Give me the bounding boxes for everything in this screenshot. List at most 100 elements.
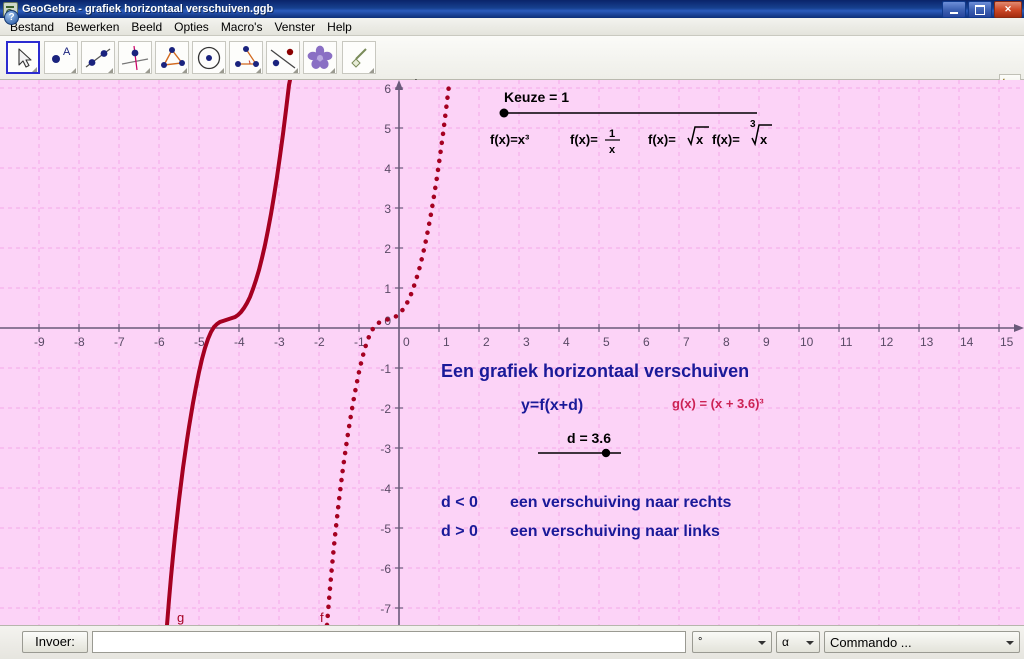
y-tick: 2 [384,242,391,256]
rule-negative-text: een verschuiving naar rechts [510,494,732,511]
y-tick: 4 [384,162,391,176]
chevron-down-icon [758,641,766,645]
d-slider-label: d = 3.6 [567,430,611,446]
axes [0,80,1024,625]
y-tick: 3 [384,202,391,216]
svg-text:3: 3 [750,119,756,130]
menu-bar: Bestand Bewerken Beeld Opties Macro's Ve… [0,18,1024,36]
x-tick: -4 [234,335,245,349]
x-tick: 3 [523,335,530,349]
svg-text:A: A [63,46,71,58]
chevron-down-icon [806,641,814,645]
x-tick: -3 [274,335,285,349]
grid-lines [0,80,1024,625]
menu-help[interactable]: Help [321,19,358,35]
window-title-bar: GeoGebra - grafiek horizontaal verschuiv… [0,0,1024,18]
menu-beeld[interactable]: Beeld [125,19,168,35]
choice-cube: f(x)=x³ [490,132,530,147]
graphics-view[interactable]: -9 -8 -7 -6 -5 -4 -3 -2 -1 0 1 2 3 4 5 6… [0,80,1024,625]
tool-bar: A [0,36,1024,114]
svg-text:f(x)=: f(x)= [570,132,598,147]
x-tick: 0 [403,335,410,349]
formula-g: g(x) = (x + 3.6)³ [672,396,764,411]
algebra-input-field[interactable] [92,631,686,653]
menu-macros[interactable]: Macro's [215,19,269,35]
x-tick: 9 [763,335,770,349]
chevron-down-icon [1006,641,1014,645]
svg-text:f(x)=: f(x)= [648,132,676,147]
x-tick: 8 [723,335,730,349]
tool-angle[interactable] [229,41,263,74]
curve-label-f: f [320,610,324,625]
rule-positive-condition: d > 0 [441,523,478,540]
window-title: GeoGebra - grafiek horizontaal verschuiv… [22,3,274,15]
svg-text:1: 1 [609,128,615,140]
x-tick: 10 [800,335,814,349]
x-tick: 4 [563,335,570,349]
y-tick: 6 [384,82,391,96]
x-tick: 5 [603,335,610,349]
minimize-button[interactable] [942,1,966,18]
graph-canvas: -9 -8 -7 -6 -5 -4 -3 -2 -1 0 1 2 3 4 5 6… [0,80,1024,625]
x-tick: -9 [34,335,45,349]
y-axis-labels: 6 5 4 3 2 1 0 -1 -2 -3 -4 -5 -6 -7 [380,82,391,616]
function-choice-row: f(x)=x³ f(x)= 1 x f(x)= x f(x)= 3 x [490,119,772,156]
y-tick: 5 [384,122,391,136]
menu-bewerken[interactable]: Bewerken [60,19,125,35]
x-tick: 7 [683,335,690,349]
tool-circle[interactable] [192,41,226,74]
help-question-icon[interactable]: ? [4,10,19,25]
angle-unit-dropdown[interactable]: ° [692,631,772,653]
formula-general: y=f(x+d) [521,397,583,414]
y-tick: -4 [380,482,391,496]
x-tick: 13 [920,335,934,349]
x-axis-arrow [1014,324,1024,332]
keuze-slider-label: Keuze = 1 [504,89,569,105]
menu-opties[interactable]: Opties [168,19,215,35]
tool-line[interactable] [81,41,115,74]
y-tick: -6 [380,562,391,576]
tool-reflect[interactable] [266,41,300,74]
svg-text:f(x)=: f(x)= [712,132,740,147]
x-tick: -1 [354,335,365,349]
tool-polygon[interactable] [155,41,189,74]
x-tick: 14 [960,335,974,349]
tool-point[interactable]: A [44,41,78,74]
x-tick: 6 [643,335,650,349]
curve-label-g: g [177,610,184,625]
command-dropdown[interactable]: Commando ... [824,631,1020,653]
tool-slider[interactable] [303,41,337,74]
choice-recip: f(x)= 1 x [570,128,620,156]
y-tick: -1 [380,362,391,376]
x-tick: -2 [314,335,325,349]
x-tick: -8 [74,335,85,349]
keuze-slider[interactable]: Keuze = 1 [499,89,758,118]
window-controls: ✕ [942,1,1022,18]
d-slider[interactable]: d = 3.6 [538,430,621,458]
symbol-dropdown[interactable]: α [776,631,820,653]
keuze-slider-handle[interactable] [499,108,509,118]
tool-move[interactable] [6,41,40,74]
d-slider-handle[interactable] [601,448,611,458]
x-tick: 12 [880,335,894,349]
angle-unit-value: ° [698,636,703,648]
curve-g[interactable] [165,80,292,625]
choice-cbrt: f(x)= 3 x [712,119,772,147]
y-tick: -7 [380,602,391,616]
y-tick: -5 [380,522,391,536]
svg-text:x: x [760,132,768,147]
maximize-button[interactable] [968,1,992,18]
menu-venster[interactable]: Venster [268,19,321,35]
x-tick: -6 [154,335,165,349]
tool-perpendicular[interactable] [118,41,152,74]
y-tick: -3 [380,442,391,456]
input-label-button[interactable]: Invoer: [22,631,88,653]
close-button[interactable]: ✕ [994,1,1022,18]
y-tick: -2 [380,402,391,416]
tool-move-graphics[interactable] [342,41,376,74]
x-tick: 1 [443,335,450,349]
svg-text:x: x [696,132,704,147]
svg-text:x: x [609,144,616,156]
symbol-value: α [782,635,789,649]
rule-positive-text: een verschuiving naar links [510,523,720,540]
